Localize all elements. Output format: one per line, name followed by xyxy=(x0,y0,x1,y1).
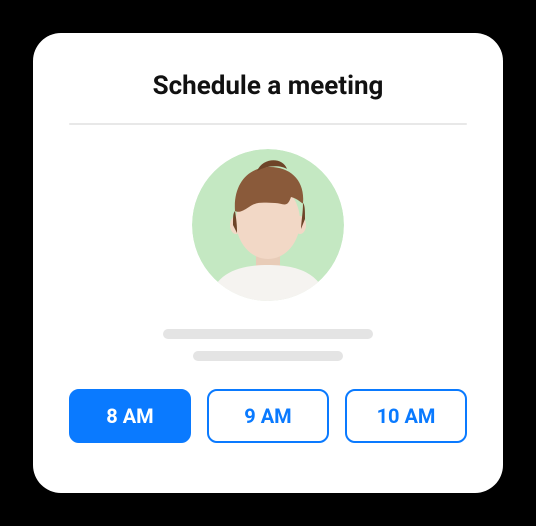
time-slot-label: 9 AM xyxy=(244,404,291,428)
avatar xyxy=(187,147,349,301)
time-slot-label: 8 AM xyxy=(106,404,153,428)
time-slot-0[interactable]: 8 AM xyxy=(69,389,191,443)
avatar-illustration xyxy=(187,147,349,301)
time-slot-label: 10 AM xyxy=(377,404,436,428)
placeholder-line xyxy=(163,329,373,339)
time-slot-2[interactable]: 10 AM xyxy=(345,389,467,443)
card-title: Schedule a meeting xyxy=(153,71,384,101)
time-slot-1[interactable]: 9 AM xyxy=(207,389,329,443)
time-slot-group: 8 AM 9 AM 10 AM xyxy=(69,389,467,443)
placeholder-line xyxy=(193,351,343,361)
schedule-meeting-card: Schedule a meeting xyxy=(33,33,503,493)
divider xyxy=(69,123,467,125)
placeholder-text xyxy=(163,329,373,361)
